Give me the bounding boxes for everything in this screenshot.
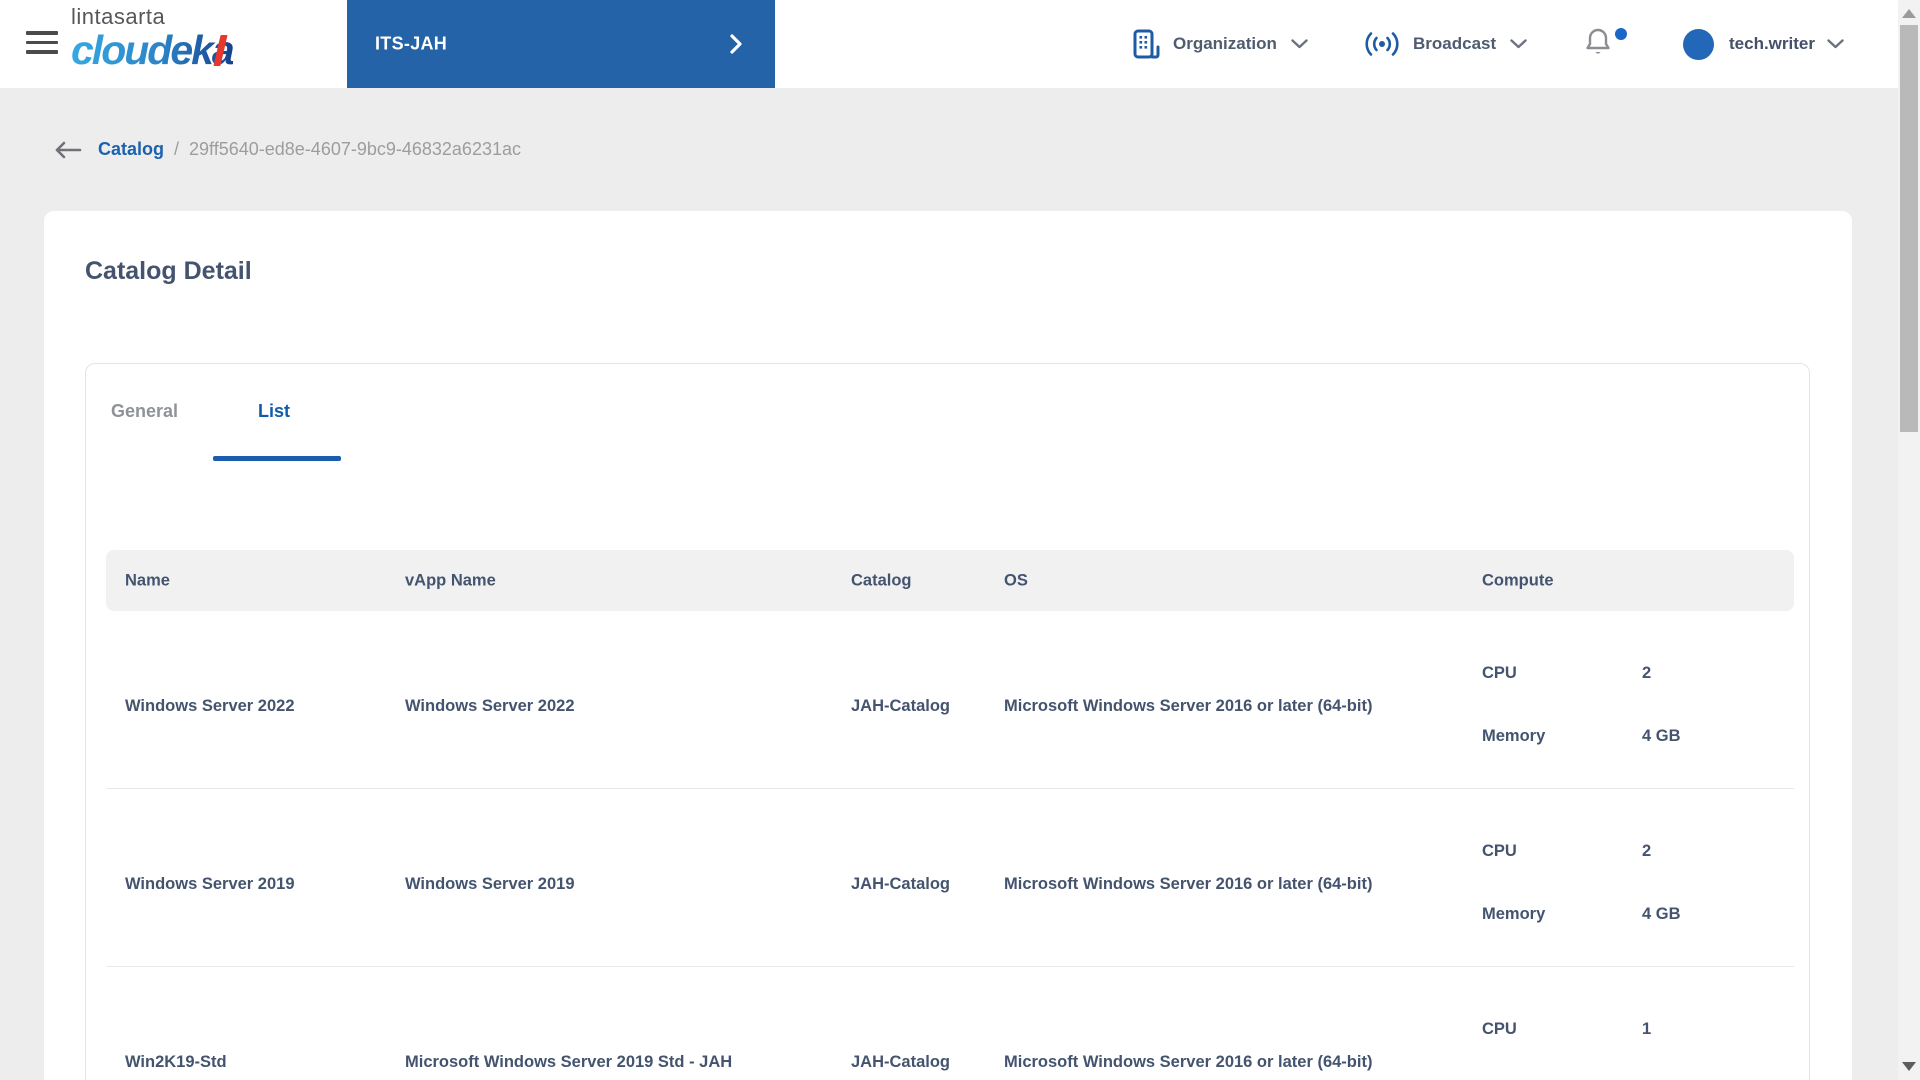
chevron-down-icon [1510, 39, 1527, 49]
column-header-os: OS [1004, 571, 1028, 589]
broadcast-dropdown[interactable]: Broadcast [1364, 0, 1527, 88]
table-row: Win2K19-Std Microsoft Windows Server 201… [106, 967, 1794, 1080]
app-header: lintasarta cloudeka ITS-JAH Organization [0, 0, 1920, 88]
column-header-compute: Compute [1482, 571, 1554, 589]
column-header-catalog: Catalog [851, 571, 912, 589]
catalog-detail-panel: General List Name vApp Name Catalog OS C… [85, 363, 1810, 1080]
catalog-items-table: Name vApp Name Catalog OS Compute Window… [106, 550, 1794, 1080]
broadcast-icon [1364, 31, 1400, 57]
logo-cloudeka-text: cloudeka [71, 27, 235, 73]
cell-memory-value: 4 GB [1642, 727, 1681, 745]
cell-cpu-value: 2 [1642, 664, 1652, 682]
vertical-scrollbar[interactable] [1898, 0, 1920, 1080]
cell-name: Win2K19-Std [125, 1053, 227, 1071]
tab-general[interactable]: General [111, 401, 178, 422]
cell-name: Windows Server 2022 [125, 697, 295, 715]
cell-cpu-label: CPU [1482, 1020, 1517, 1038]
organization-building-icon [1133, 29, 1160, 59]
cell-vapp: Microsoft Windows Server 2019 Std - JAH [405, 1053, 733, 1071]
user-menu[interactable]: tech.writer [1683, 0, 1844, 88]
chevron-down-icon [1827, 39, 1844, 49]
cell-os: Microsoft Windows Server 2016 or later (… [1004, 1053, 1373, 1071]
cell-cpu-label: CPU [1482, 664, 1517, 682]
cell-os: Microsoft Windows Server 2016 or later (… [1004, 697, 1373, 715]
cell-cpu-value: 1 [1642, 1020, 1652, 1038]
scrollbar-down-arrow-icon[interactable] [1902, 1062, 1916, 1071]
breadcrumb-current-id: 29ff5640-ed8e-4607-9bc9-46832a6231ac [189, 139, 521, 159]
page-title: Catalog Detail [85, 257, 252, 285]
active-tab-underline [213, 456, 341, 461]
cell-catalog: JAH-Catalog [851, 1053, 951, 1071]
table-header-row: Name vApp Name Catalog OS Compute [106, 550, 1794, 611]
scrollbar-thumb[interactable] [1900, 25, 1918, 432]
organization-dropdown[interactable]: Organization [1133, 0, 1308, 88]
hamburger-menu-icon[interactable] [26, 31, 58, 57]
catalog-detail-card: Catalog Detail General List Name vApp Na… [44, 211, 1852, 1080]
breadcrumb-catalog-link[interactable]: Catalog [98, 139, 164, 160]
tenant-selector-button[interactable]: ITS-JAH [347, 0, 775, 88]
cell-vapp: Windows Server 2022 [405, 697, 575, 715]
table-row: Windows Server 2022 Windows Server 2022 … [106, 611, 1794, 789]
cell-catalog: JAH-Catalog [851, 875, 951, 893]
username-label: tech.writer [1729, 34, 1815, 53]
cell-cpu-label: CPU [1482, 842, 1517, 860]
cell-catalog: JAH-Catalog [851, 697, 951, 715]
cell-cpu-value: 2 [1642, 842, 1652, 860]
cell-vapp: Windows Server 2019 [405, 875, 575, 893]
brand-logo: lintasarta cloudeka [71, 4, 235, 73]
column-header-name: Name [125, 571, 170, 589]
notification-dot-badge [1615, 28, 1627, 40]
notifications-button[interactable] [1584, 26, 1628, 66]
chevron-right-icon [730, 34, 742, 54]
back-arrow-icon[interactable] [54, 141, 82, 159]
cell-memory-value: 4 GB [1642, 905, 1681, 923]
table-row: Windows Server 2019 Windows Server 2019 … [106, 789, 1794, 967]
cell-memory-label: Memory [1482, 727, 1546, 745]
breadcrumb: Catalog / 29ff5640-ed8e-4607-9bc9-46832a… [54, 139, 521, 160]
cell-name: Windows Server 2019 [125, 875, 295, 893]
avatar [1683, 28, 1714, 60]
tenant-label: ITS-JAH [375, 33, 448, 54]
logo-lintasarta-text: lintasarta [71, 4, 166, 29]
breadcrumb-separator: / [174, 139, 180, 159]
scrollbar-up-arrow-icon[interactable] [1902, 9, 1916, 18]
cell-os: Microsoft Windows Server 2016 or later (… [1004, 875, 1373, 893]
cell-memory-label: Memory [1482, 905, 1546, 923]
broadcast-label: Broadcast [1413, 34, 1497, 53]
organization-label: Organization [1173, 34, 1277, 53]
tab-list[interactable]: List [258, 401, 290, 422]
column-header-vapp: vApp Name [405, 571, 496, 589]
chevron-down-icon [1291, 39, 1308, 49]
